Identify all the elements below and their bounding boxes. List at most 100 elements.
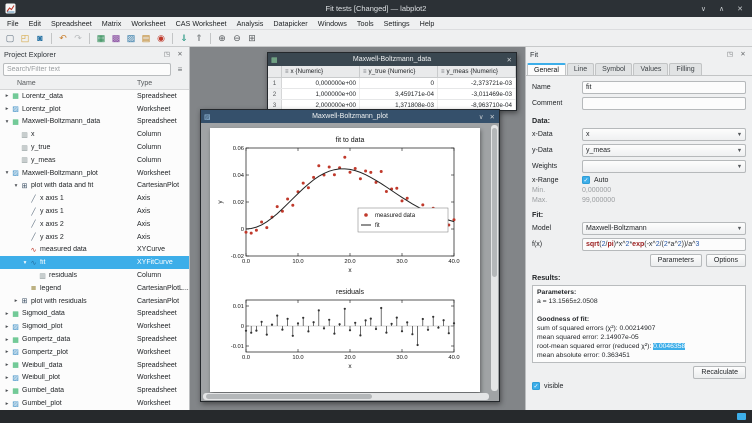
expander-icon[interactable]: ▸: [3, 349, 11, 355]
export-button[interactable]: ⇑: [192, 31, 206, 45]
expander-icon[interactable]: ▸: [12, 298, 20, 304]
tree-item-gompertz-data[interactable]: ▸▦Gompertz_dataSpreadsheet: [0, 333, 189, 346]
options-button[interactable]: Options: [706, 254, 746, 267]
expander-icon[interactable]: ▸: [3, 106, 11, 112]
expander-icon[interactable]: ▸: [3, 324, 11, 330]
tree-item-legend[interactable]: ≣legendCartesianPlotL...: [0, 282, 189, 295]
close-icon[interactable]: ✕: [507, 56, 512, 64]
menu-spreadsheet[interactable]: Spreadsheet: [46, 19, 97, 28]
expander-icon[interactable]: ▸: [3, 311, 11, 317]
tree-item-x[interactable]: ▥xColumn: [0, 128, 189, 141]
tree-item-plot-with-data-and-fit[interactable]: ▾⊞plot with data and fitCartesianPlot: [0, 180, 189, 193]
menu-help[interactable]: Help: [415, 19, 440, 28]
tree-item-y-meas[interactable]: ▥y_measColumn: [0, 154, 189, 167]
search-input[interactable]: [3, 63, 171, 76]
sheet-column-header[interactable]: ≡y_true {Numeric}: [360, 66, 438, 77]
residuals-plot-svg[interactable]: residuals0.010.020.030.040.0-0.0100.01x: [210, 288, 462, 380]
recalculate-button[interactable]: Recalculate: [693, 366, 746, 379]
tree-item-y-axis-1[interactable]: ╱y axis 1Axis: [0, 205, 189, 218]
tree-item-x-axis-1[interactable]: ╱x axis 1Axis: [0, 192, 189, 205]
tree-item-gumbel-plot[interactable]: ▸▨Gumbel_plotWorksheet: [0, 397, 189, 410]
expander-icon[interactable]: ▾: [21, 260, 29, 266]
sheet-column-header[interactable]: ≡y_meas {Numeric}: [438, 66, 516, 77]
select-mode-button[interactable]: ⊞: [245, 31, 259, 45]
undo-button[interactable]: ↶: [56, 31, 70, 45]
save-project-button[interactable]: ◙: [33, 31, 47, 45]
tree-item-weibull-plot[interactable]: ▸▨Weibull_plotWorksheet: [0, 372, 189, 385]
sheet-cell[interactable]: 0,000000e+00: [282, 78, 360, 88]
column-header-name[interactable]: Name: [0, 80, 36, 87]
tree-item-sigmoid-plot[interactable]: ▸▨Sigmoid_plotWorksheet: [0, 320, 189, 333]
row-number[interactable]: 1: [268, 78, 282, 88]
new-worksheet-button[interactable]: ▨: [124, 31, 138, 45]
zoom-in-button[interactable]: ⊕: [215, 31, 229, 45]
dock-close-icon[interactable]: ✕: [738, 49, 748, 59]
sheet-cell[interactable]: -3,011469e-03: [438, 89, 516, 99]
tree-item-maxwell-boltzmann-plot[interactable]: ▾▨Maxwell-Boltzmann_plotWorksheet: [0, 167, 189, 180]
menu-datapicker[interactable]: Datapicker: [268, 19, 312, 28]
menu-windows[interactable]: Windows: [313, 19, 352, 28]
auto-range-checkbox[interactable]: ✓: [582, 176, 590, 184]
sheet-cell[interactable]: 1,000000e+00: [282, 89, 360, 99]
expander-icon[interactable]: ▸: [3, 93, 11, 99]
tree-item-x-axis-2[interactable]: ╱x axis 2Axis: [0, 218, 189, 231]
dock-float-icon[interactable]: ◳: [725, 49, 735, 59]
tab-values[interactable]: Values: [633, 63, 668, 75]
weights-combo[interactable]: ▼: [582, 160, 746, 173]
menu-worksheet[interactable]: Worksheet: [126, 19, 170, 28]
dock-float-icon[interactable]: ◳: [162, 49, 172, 59]
new-matrix-button[interactable]: ▩: [109, 31, 123, 45]
menu-matrix[interactable]: Matrix: [97, 19, 127, 28]
zoom-out-button[interactable]: ⊖: [230, 31, 244, 45]
menu-edit[interactable]: Edit: [24, 19, 46, 28]
tree-item-measured-data[interactable]: ∿measured dataXYCurve: [0, 244, 189, 257]
close-icon[interactable]: ✕: [737, 5, 743, 13]
sheet-cell[interactable]: -2,373721e-03: [438, 78, 516, 88]
tree-item-lorentz-data[interactable]: ▸▦Lorentz_dataSpreadsheet: [0, 90, 189, 103]
tab-symbol[interactable]: Symbol: [595, 63, 632, 75]
tree-item-gompertz-plot[interactable]: ▸▨Gompertz_plotWorksheet: [0, 346, 189, 359]
spreadsheet-window[interactable]: ▦ Maxwell-Boltzmann_data ✕ ≡x {Numeric}≡…: [267, 52, 517, 111]
expander-icon[interactable]: ▾: [12, 183, 20, 189]
visible-checkbox[interactable]: ✓: [532, 382, 540, 390]
sheet-cell[interactable]: 0: [360, 78, 438, 88]
expander-icon[interactable]: ▸: [3, 375, 11, 381]
tree-item-weibull-data[interactable]: ▸▦Weibull_dataSpreadsheet: [0, 359, 189, 372]
new-project-button[interactable]: ▢: [3, 31, 17, 45]
sheet-corner[interactable]: [268, 66, 282, 77]
expander-icon[interactable]: ▸: [3, 362, 11, 368]
model-combo[interactable]: Maxwell-Boltzmann▼: [582, 222, 746, 235]
fit-plot-svg[interactable]: fit to data0.010.020.030.040.0-0.0200.02…: [210, 132, 462, 282]
spreadsheet-window-titlebar[interactable]: ▦ Maxwell-Boltzmann_data ✕: [268, 53, 516, 66]
tree-item-lorentz-plot[interactable]: ▸▨Lorentz_plotWorksheet: [0, 103, 189, 116]
column-header-type[interactable]: Type: [137, 80, 152, 87]
tab-general[interactable]: General: [527, 63, 566, 75]
spreadsheet-table[interactable]: ≡x {Numeric}≡y_true {Numeric}≡y_meas {Nu…: [268, 66, 516, 110]
expander-icon[interactable]: ▸: [3, 388, 11, 394]
x-data-combo[interactable]: x▼: [582, 128, 746, 141]
tree-item-residuals[interactable]: ▥residualsColumn: [0, 269, 189, 282]
menu-tools[interactable]: Tools: [352, 19, 379, 28]
menu-settings[interactable]: Settings: [379, 19, 415, 28]
import-data-button[interactable]: ⇓: [177, 31, 191, 45]
horizontal-scrollbar[interactable]: [203, 393, 489, 400]
tree-item-y-axis-2[interactable]: ╱y axis 2Axis: [0, 231, 189, 244]
menu-analysis[interactable]: Analysis: [232, 19, 269, 28]
expander-icon[interactable]: ▾: [3, 170, 11, 176]
sheet-column-header[interactable]: ≡x {Numeric}: [282, 66, 360, 77]
tree-item-plot-with-residuals[interactable]: ▸⊞plot with residualsCartesianPlot: [0, 295, 189, 308]
expander-icon[interactable]: ▸: [3, 401, 11, 407]
parameters-button[interactable]: Parameters: [650, 254, 702, 267]
open-project-button[interactable]: ◰: [18, 31, 32, 45]
new-datapicker-button[interactable]: ◉: [154, 31, 168, 45]
dock-close-icon[interactable]: ✕: [175, 49, 185, 59]
worksheet-window-titlebar[interactable]: ▨ Maxwell-Boltzmann_plot ∨ ✕: [201, 110, 499, 123]
vertical-scrollbar[interactable]: [491, 125, 498, 391]
sheet-cell[interactable]: 3,459171e-04: [360, 89, 438, 99]
tree-item-sigmoid-data[interactable]: ▸▦Sigmoid_dataSpreadsheet: [0, 308, 189, 321]
tree-item-gumbel-data[interactable]: ▸▦Gumbel_dataSpreadsheet: [0, 384, 189, 397]
restore-icon[interactable]: ∨: [479, 113, 484, 121]
maximize-icon[interactable]: ∧: [719, 5, 724, 13]
expander-icon[interactable]: ▸: [3, 337, 11, 343]
row-number[interactable]: 2: [268, 89, 282, 99]
